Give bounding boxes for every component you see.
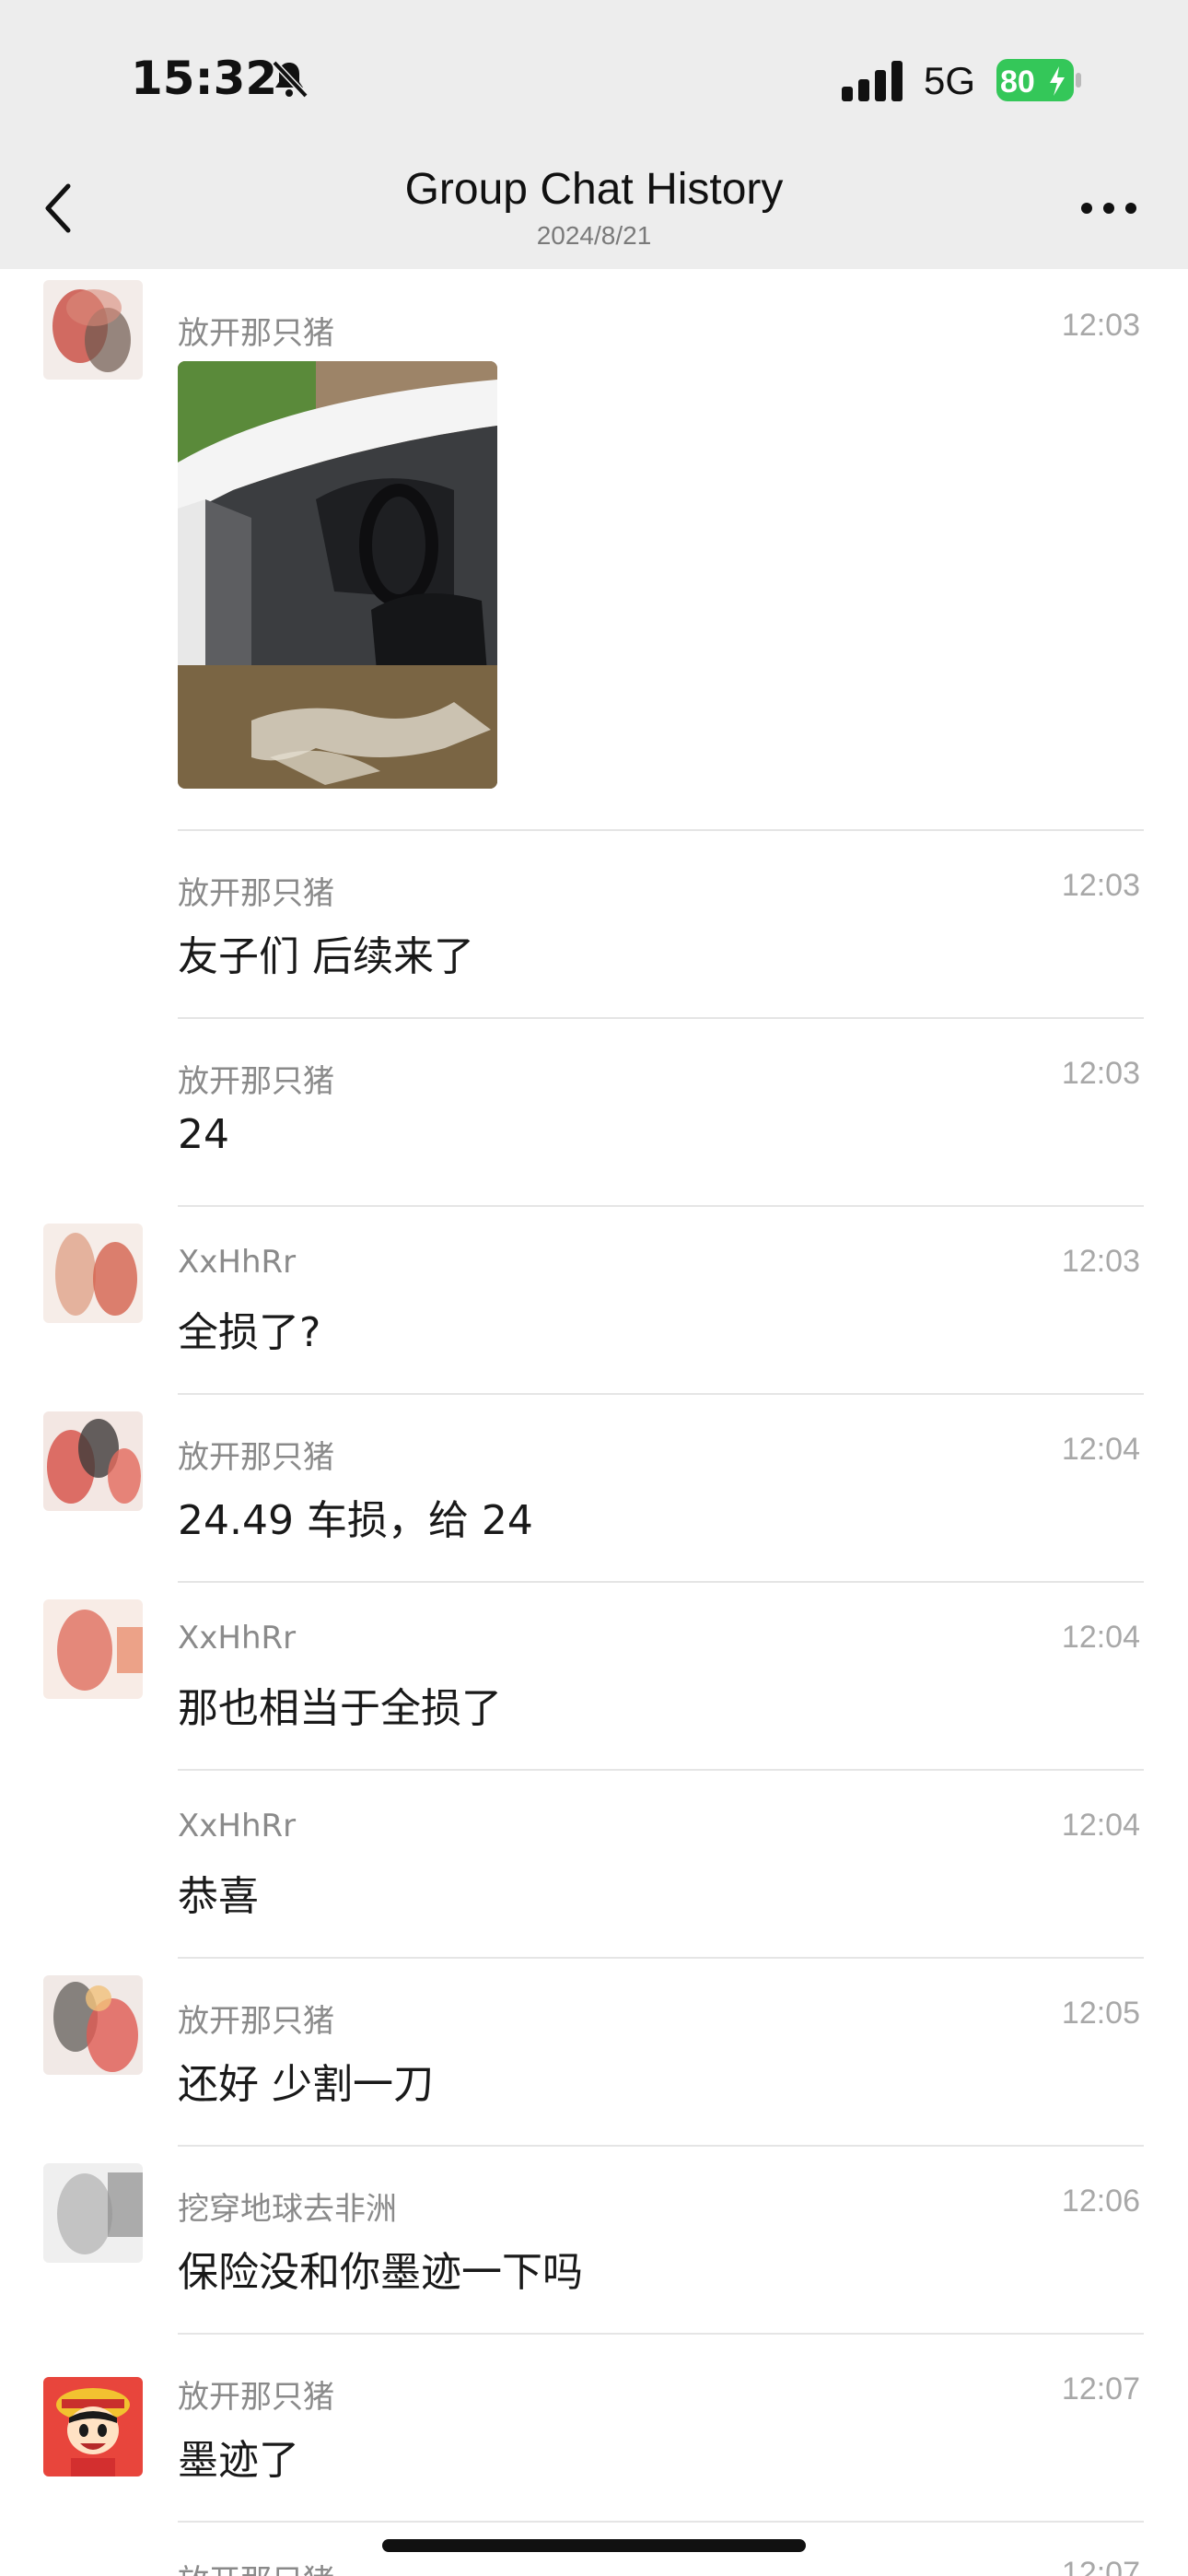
message-time: 12:04: [1061, 1808, 1140, 1843]
sender-name: XxHhRr: [178, 1244, 297, 1281]
message-time: 12:04: [1061, 1620, 1140, 1655]
divider: [178, 829, 1144, 831]
sender-name: 挖穿地球去非洲: [178, 2191, 397, 2228]
sender-name: XxHhRr: [178, 1620, 297, 1657]
sender-name: XxHhRr: [178, 1808, 297, 1844]
avatar[interactable]: [43, 280, 143, 380]
message-text: 那也相当于全损了: [178, 1685, 502, 1732]
message-time: 12:04: [1061, 1432, 1140, 1467]
avatar[interactable]: [43, 1224, 143, 1323]
home-indicator[interactable]: [382, 2539, 806, 2552]
message-time: 12:03: [1061, 1244, 1140, 1279]
more-options-icon[interactable]: [1079, 201, 1138, 216]
divider: [178, 2521, 1144, 2523]
message-time: 12:03: [1061, 868, 1140, 903]
avatar[interactable]: [43, 1411, 143, 1511]
divider: [178, 1581, 1144, 1583]
avatar[interactable]: [43, 2163, 143, 2263]
avatar[interactable]: [43, 1599, 143, 1699]
sender-name: 放开那只猪: [178, 2379, 334, 2416]
avatar[interactable]: [43, 2377, 143, 2476]
message-time: 12:05: [1061, 1996, 1140, 2031]
sender-name: 放开那只猪: [178, 1439, 334, 1476]
divider: [178, 2333, 1144, 2335]
message-text: 24.49 车损，给 24: [178, 1497, 533, 1544]
sender-name: 放开那只猪: [178, 315, 334, 352]
sender-name: 放开那只猪: [178, 875, 334, 912]
divider: [178, 1393, 1144, 1395]
message-text: 友子们 后续来了: [178, 933, 474, 980]
network-type: 5G: [924, 59, 976, 102]
sender-name: 放开那只猪: [178, 2556, 334, 2576]
battery-icon: 80: [996, 59, 1081, 101]
message-time: 12:06: [1061, 2184, 1140, 2219]
divider: [178, 1205, 1144, 1207]
message-time: 12:03: [1061, 308, 1140, 343]
message-image-flooded-car[interactable]: [178, 361, 497, 789]
divider: [178, 1957, 1144, 1959]
message-text: 恭喜: [178, 1873, 259, 1920]
battery-level: 80: [1000, 64, 1035, 100]
page-title: Group Chat History: [404, 165, 784, 214]
message-text: 全损了?: [178, 1309, 321, 1356]
message-time: 12:07: [1061, 2371, 1140, 2406]
message-time: 12:03: [1061, 1056, 1140, 1091]
sender-name: 放开那只猪: [178, 1063, 334, 1100]
bell-muted-icon: [272, 60, 309, 99]
divider: [178, 1769, 1144, 1771]
status-time: 15:32: [131, 52, 278, 105]
message-text: 保险没和你墨迹一下吗: [178, 2249, 583, 2296]
divider: [178, 2145, 1144, 2147]
page-subtitle-date: 2024/8/21: [536, 221, 652, 250]
divider: [178, 1017, 1144, 1019]
signal-icon: [842, 61, 903, 101]
message-text: 24: [178, 1111, 229, 1158]
message-text: 墨迹了: [178, 2437, 299, 2484]
message-time: 12:07: [1061, 2556, 1140, 2576]
message-text: 还好 少割一刀: [178, 2061, 434, 2108]
header-bar: 15:32 5G 80 Group Chat History 2024/8/21: [0, 0, 1188, 269]
avatar[interactable]: [43, 1975, 143, 2075]
sender-name: 放开那只猪: [178, 2003, 334, 2040]
